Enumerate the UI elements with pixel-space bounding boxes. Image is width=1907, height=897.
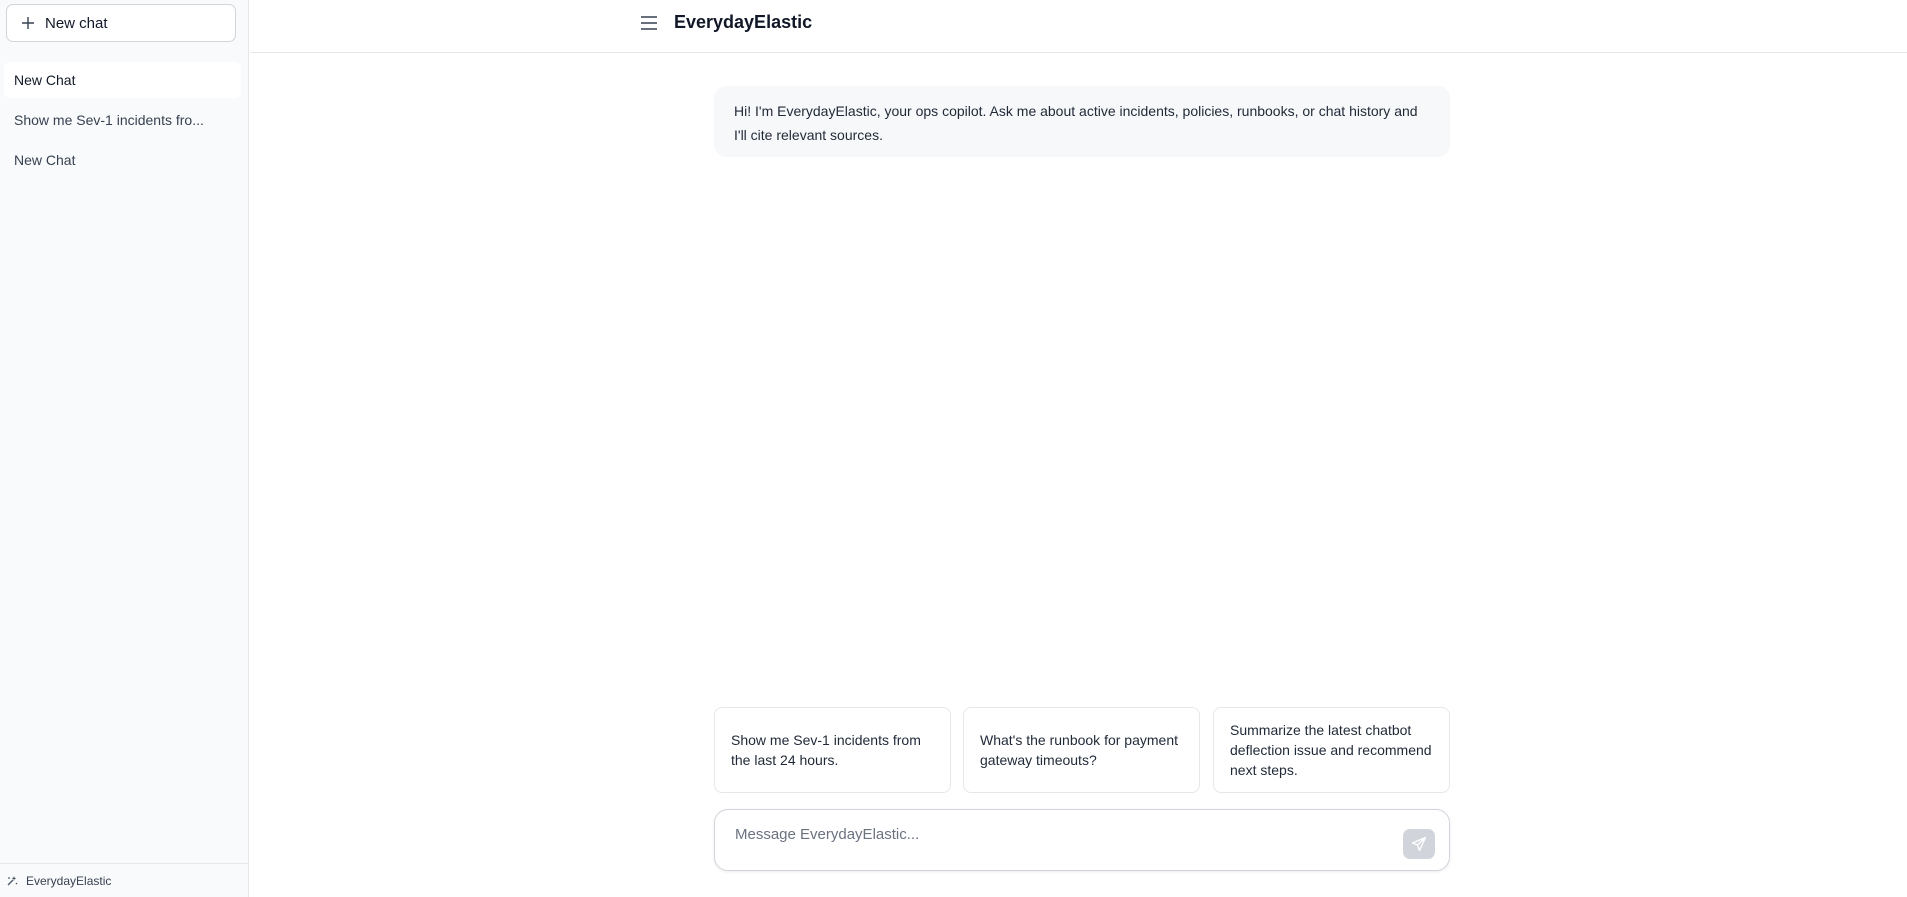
suggestion-text: What's the runbook for payment gateway t… <box>980 732 1178 768</box>
message-input[interactable] <box>735 820 1375 848</box>
assistant-message-text: Hi! I'm EverydayElastic, your ops copilo… <box>734 103 1418 143</box>
chat-history-item[interactable]: New Chat <box>4 142 241 178</box>
assistant-message: Hi! I'm EverydayElastic, your ops copilo… <box>714 86 1450 157</box>
plus-icon <box>22 17 34 29</box>
send-button[interactable] <box>1403 829 1435 859</box>
chat-history-item-label: New Chat <box>14 72 76 88</box>
new-chat-label: New chat <box>45 14 108 32</box>
top-bar: EverydayElastic <box>250 0 1907 53</box>
suggestion-cards: Show me Sev-1 incidents from the last 24… <box>714 707 1450 793</box>
new-chat-button[interactable]: New chat <box>6 4 236 42</box>
chat-history-item-label: Show me Sev-1 incidents fro... <box>14 112 204 128</box>
app-root: New chat New Chat Show me Sev-1 incident… <box>0 0 1907 897</box>
hamburger-menu-icon[interactable] <box>638 12 660 34</box>
app-title: EverydayElastic <box>674 12 813 32</box>
message-composer <box>714 809 1450 871</box>
suggestion-text: Show me Sev-1 incidents from the last 24… <box>731 732 921 768</box>
suggestion-card[interactable]: Show me Sev-1 incidents from the last 24… <box>714 707 951 793</box>
chat-history-item[interactable]: Show me Sev-1 incidents fro... <box>4 102 241 138</box>
send-icon <box>1411 836 1427 852</box>
sidebar: New chat New Chat Show me Sev-1 incident… <box>0 0 249 897</box>
chat-history-list: New Chat Show me Sev-1 incidents fro... … <box>4 62 241 182</box>
chat-history-item[interactable]: New Chat <box>4 62 241 98</box>
sidebar-footer: EverydayElastic <box>0 863 249 897</box>
sidebar-footer-label: EverydayElastic <box>26 873 112 888</box>
suggestion-card[interactable]: What's the runbook for payment gateway t… <box>963 707 1200 793</box>
sparkle-logo-icon <box>7 875 18 885</box>
suggestion-text: Summarize the latest chatbot deflection … <box>1230 722 1432 778</box>
suggestion-card[interactable]: Summarize the latest chatbot deflection … <box>1213 707 1450 793</box>
chat-history-item-label: New Chat <box>14 152 76 168</box>
